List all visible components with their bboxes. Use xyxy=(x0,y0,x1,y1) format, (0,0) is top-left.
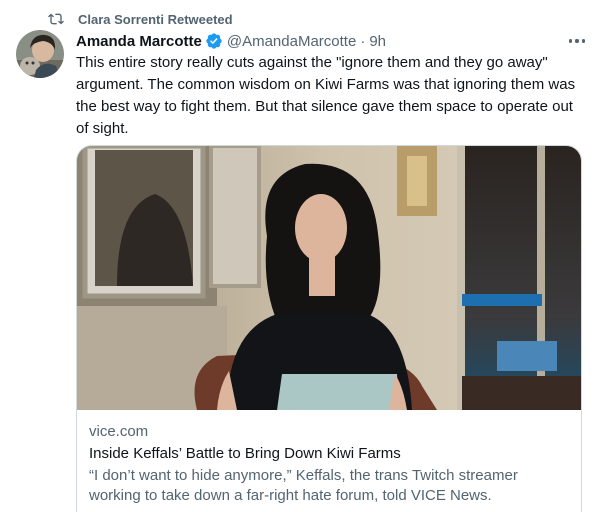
author-handle[interactable]: @AmandaMarcotte xyxy=(227,33,356,50)
retweet-label[interactable]: Clara Sorrenti Retweeted xyxy=(78,12,233,27)
retweet-icon xyxy=(48,11,64,27)
separator-dot: · xyxy=(360,32,366,50)
retweet-context[interactable]: Clara Sorrenti Retweeted xyxy=(48,10,233,28)
card-image xyxy=(77,146,581,410)
more-options-icon[interactable] xyxy=(567,32,587,50)
verified-badge-icon xyxy=(205,32,223,50)
avatar[interactable] xyxy=(16,30,64,78)
card-meta: vice.com Inside Keffals’ Battle to Bring… xyxy=(77,410,581,506)
tweet-timestamp[interactable]: 9h xyxy=(369,33,386,50)
tweet-body: Amanda Marcotte @AmandaMarcotte · 9h Thi… xyxy=(76,30,587,140)
author-name[interactable]: Amanda Marcotte xyxy=(76,33,202,50)
card-description: “I don’t want to hide anymore,” Keffals,… xyxy=(89,467,518,504)
card-domain: vice.com xyxy=(89,423,149,440)
link-preview-card[interactable]: vice.com Inside Keffals’ Battle to Bring… xyxy=(76,145,582,512)
card-title[interactable]: Inside Keffals’ Battle to Bring Down Kiw… xyxy=(89,444,569,464)
tweet-header: Amanda Marcotte @AmandaMarcotte · 9h xyxy=(76,30,587,52)
tweet-text: This entire story really cuts against th… xyxy=(76,54,576,137)
